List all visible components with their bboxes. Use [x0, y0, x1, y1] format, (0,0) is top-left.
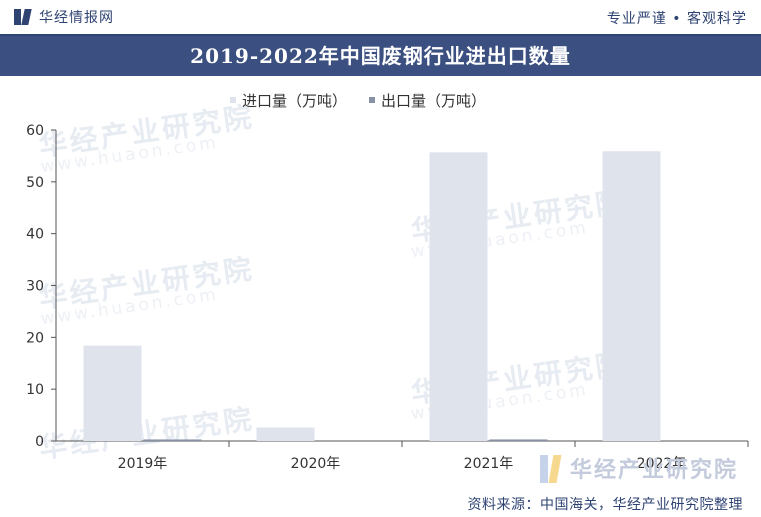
y-tick-label: 20 [26, 330, 44, 346]
legend-swatch-import [230, 97, 236, 103]
title-bar: 2019-2022年中国废钢行业进出口数量 [0, 36, 761, 76]
y-tick-label: 30 [26, 279, 44, 295]
legend-swatch-export [369, 97, 376, 103]
bar-chart: 01020304050602019年 2020年 2021年 2022年 [26, 123, 749, 472]
chart-title: 2019-2022年中国废钢行业进出口数量 [190, 44, 571, 68]
bar-import [83, 345, 142, 441]
y-tick-label: 10 [26, 382, 44, 398]
y-tick-label: 0 [35, 434, 44, 450]
bar-export [143, 439, 202, 441]
logo-icon [14, 9, 32, 25]
footer-brand: 华经产业研究院 [540, 452, 738, 484]
brand: 华经情报网 [14, 7, 114, 27]
x-tick-label: 2021年 [464, 456, 514, 472]
brand-name: 华经情报网 [39, 10, 114, 26]
footer-logo-icon [540, 453, 562, 483]
x-tick-label: 2020年 [291, 456, 341, 472]
bar-import [256, 427, 315, 441]
legend-item-import: 进口量（万吨） [230, 90, 347, 111]
x-tick-label: 2019年 [118, 456, 168, 472]
tagline: 专业严谨 • 客观科学 [606, 11, 747, 27]
source-note: 资料来源：中国海关，华经产业研究院整理 [467, 497, 743, 513]
footer-brand-name: 华经产业研究院 [570, 458, 739, 483]
y-tick-label: 40 [26, 227, 44, 243]
legend-label-import: 进口量（万吨） [242, 91, 348, 110]
y-tick-label: 60 [26, 123, 44, 139]
bar-export [489, 439, 548, 441]
y-tick-label: 50 [26, 175, 44, 191]
legend-item-export: 出口量（万吨） [369, 90, 486, 111]
legend-label-export: 出口量（万吨） [381, 91, 487, 110]
legend: 进口量（万吨） 出口量（万吨） [230, 90, 486, 110]
top-bar: 华经情报网 专业严谨 • 客观科学 [0, 0, 761, 36]
bar-import [429, 152, 488, 441]
bar-import [602, 151, 661, 442]
